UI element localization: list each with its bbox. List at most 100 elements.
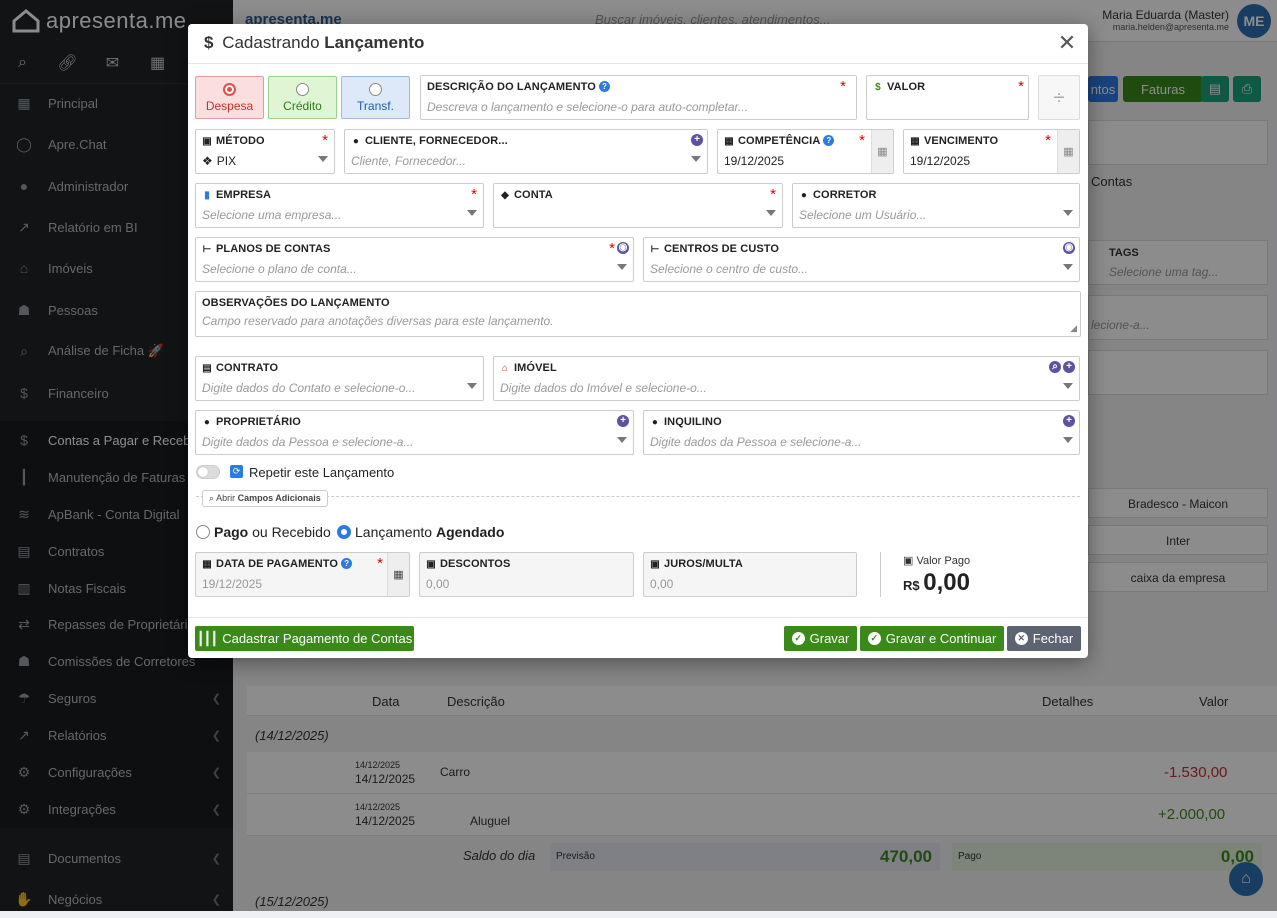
cliente-select[interactable]: ● CLIENTE, FORNECEDOR... + Cliente, Forne… [344,129,708,174]
chevron-down-icon [617,437,627,443]
add-proprietario-button[interactable]: + [617,415,629,427]
imovel-label: ⌂ IMÓVEL [501,362,557,374]
competencia-field[interactable]: ▦ COMPETÊNCIA? * 19/12/2025 ▦ [717,129,894,174]
close-icon[interactable]: ✕ [1056,32,1078,54]
data-pagamento-field[interactable]: ▦ DATA DE PAGAMENTO? * 19/12/2025 ▦ [195,552,410,597]
gravar-continuar-button[interactable]: ✓ Gravar e Continuar [860,626,1004,651]
search-icon: ⌕ [209,493,215,503]
imovel-placeholder: Digite dados do Imóvel e selecione-o... [500,381,707,395]
required-icon: * [840,78,846,95]
help-icon[interactable]: ? [341,558,353,569]
planos-placeholder: Selecione o plano de conta... [202,262,357,276]
valor-pago-label: ▣ Valor Pago [903,555,971,567]
valor-pago-value: 0,00 [923,569,970,596]
add-imovel-button[interactable]: + [1063,361,1075,373]
radio-agendado[interactable] [337,525,351,539]
descricao-field[interactable]: DESCRIÇÃO DO LANÇAMENTO? * Descreva o la… [420,75,857,120]
add-cliente-button[interactable]: + [691,134,703,146]
radio-pago[interactable] [196,525,210,539]
valor-field[interactable]: $ VALOR * [866,75,1029,120]
search-imovel-button[interactable]: ⌕ [1049,361,1061,373]
contrato-placeholder: Digite dados do Contato e selecione-o... [202,381,416,395]
juros-field[interactable]: ▣ JUROS/MULTA 0,00 [643,552,857,597]
campos-adicionais-button[interactable]: ⌕ Abrir Campos Adicionais [202,490,328,507]
required-icon: * [1045,132,1051,149]
observacoes-placeholder: Campo reservado para anotações diversas … [202,314,554,328]
calendar-picker-icon[interactable]: ▦ [871,130,893,173]
modal-title: $ Cadastrando Lançamento [204,33,424,53]
type-transf[interactable]: Transf. [341,76,410,119]
conta-select[interactable]: ◆ CONTA * [493,183,783,228]
vencimento-label: ▦ VENCIMENTO [910,135,999,147]
descricao-label: DESCRIÇÃO DO LANÇAMENTO? [427,81,610,93]
imovel-select[interactable]: ⌂ IMÓVEL ⌕ + Digite dados do Imóvel e sel… [493,356,1080,401]
required-icon: * [609,240,615,257]
empresa-placeholder: Selecione uma empresa... [202,208,342,222]
add-inquilino-button[interactable]: + [1063,415,1075,427]
type-despesa[interactable]: Despesa [195,76,264,119]
contrato-select[interactable]: ▤ CONTRATO Digite dados do Contato e sele… [195,356,484,401]
required-icon: * [859,132,865,149]
radio-credito[interactable] [296,83,309,96]
centros-options-button[interactable]: ◉ [1063,242,1075,254]
planos-options-button[interactable]: ◉ [617,242,629,254]
valor-label: $ VALOR [873,81,925,93]
chevron-down-icon [766,210,776,216]
descricao-placeholder: Descreva o lançamento e selecione-o para… [427,100,749,114]
empresa-select[interactable]: ▮ EMPRESA * Selecione uma empresa... [195,183,484,228]
cadastrar-pagamento-button[interactable]: ┃┃┃ Cadastrar Pagamento de Contas [195,626,414,651]
planos-select[interactable]: ⊢ PLANOS DE CONTAS * ◉ Selecione o plano … [195,237,634,282]
planos-label: ⊢ PLANOS DE CONTAS [202,243,331,255]
observacoes-label: OBSERVAÇÕES DO LANÇAMENTO [202,297,390,309]
building-icon: ▮ [204,190,210,201]
calendar-icon: ▦ [724,136,734,147]
empresa-label: ▮ EMPRESA [202,189,271,201]
chevron-down-icon [1063,383,1073,389]
gravar-button[interactable]: ✓ Gravar [784,626,857,651]
fechar-button[interactable]: ✕ Fechar [1007,626,1081,651]
inquilino-label: ● INQUILINO [651,416,722,428]
descontos-label: ▣ DESCONTOS [426,558,511,570]
calculator-icon[interactable]: ÷ [1038,75,1080,120]
help-icon[interactable]: ? [598,81,610,92]
check-icon: ✓ [867,632,881,645]
radio-transf[interactable] [369,83,382,96]
close-circle-icon: ✕ [1014,632,1028,645]
centros-label: ⊢ CENTROS DE CUSTO [650,243,780,255]
user-icon: ● [800,190,808,201]
centros-select[interactable]: ⊢ CENTROS DE CUSTO ◉ Selecione o centro d… [643,237,1080,282]
metodo-select[interactable]: ▣ MÉTODO * ❖ PIX [195,129,335,174]
pix-icon: ❖ [202,154,213,168]
chevron-down-icon [1063,264,1073,270]
inquilino-select[interactable]: ● INQUILINO + Digite dados da Pessoa e se… [643,410,1080,455]
repetir-toggle[interactable] [196,465,220,479]
type-credito[interactable]: Crédito [268,76,337,119]
cliente-label: ● CLIENTE, FORNECEDOR... [352,135,508,147]
corretor-label: ● CORRETOR [800,189,877,201]
observacoes-textarea[interactable]: OBSERVAÇÕES DO LANÇAMENTO Campo reservad… [195,291,1081,337]
repetir-label[interactable]: Repetir este Lançamento [249,465,394,480]
pago-option[interactable]: Pago ou Recebido [196,524,331,540]
money-icon: ▣ [903,555,917,567]
required-icon: * [471,186,477,203]
vencimento-field[interactable]: ▦ VENCIMENTO * 19/12/2025 ▦ [903,129,1080,174]
chevron-down-icon [617,264,627,270]
calendar-picker-icon[interactable]: ▦ [1057,130,1079,173]
descontos-field[interactable]: ▣ DESCONTOS 0,00 [419,552,634,597]
corretor-select[interactable]: ● CORRETOR Selecione um Usuário... [792,183,1080,228]
resize-handle-icon[interactable]: ◢ [1070,323,1077,334]
contrato-label: ▤ CONTRATO [202,362,279,374]
modal-title-prefix: Cadastrando [222,33,320,52]
piggy-icon: ◆ [501,190,509,201]
agendado-option[interactable]: Lançamento Agendado [337,524,504,540]
lancamento-modal: $ Cadastrando Lançamento ✕ Despesa Crédi… [188,24,1088,658]
calendar-picker-icon[interactable]: ▦ [387,553,409,596]
radio-despesa[interactable] [223,83,236,96]
proprietario-select[interactable]: ● PROPRIETÁRIO + Digite dados da Pessoa e… [195,410,634,455]
conta-label: ◆ CONTA [501,189,553,201]
tree-icon: ⊢ [650,244,660,255]
help-icon[interactable]: ? [823,135,835,146]
competencia-value: 19/12/2025 [724,154,785,168]
juros-label: ▣ JUROS/MULTA [650,558,743,570]
contract-icon: ▤ [202,363,212,374]
